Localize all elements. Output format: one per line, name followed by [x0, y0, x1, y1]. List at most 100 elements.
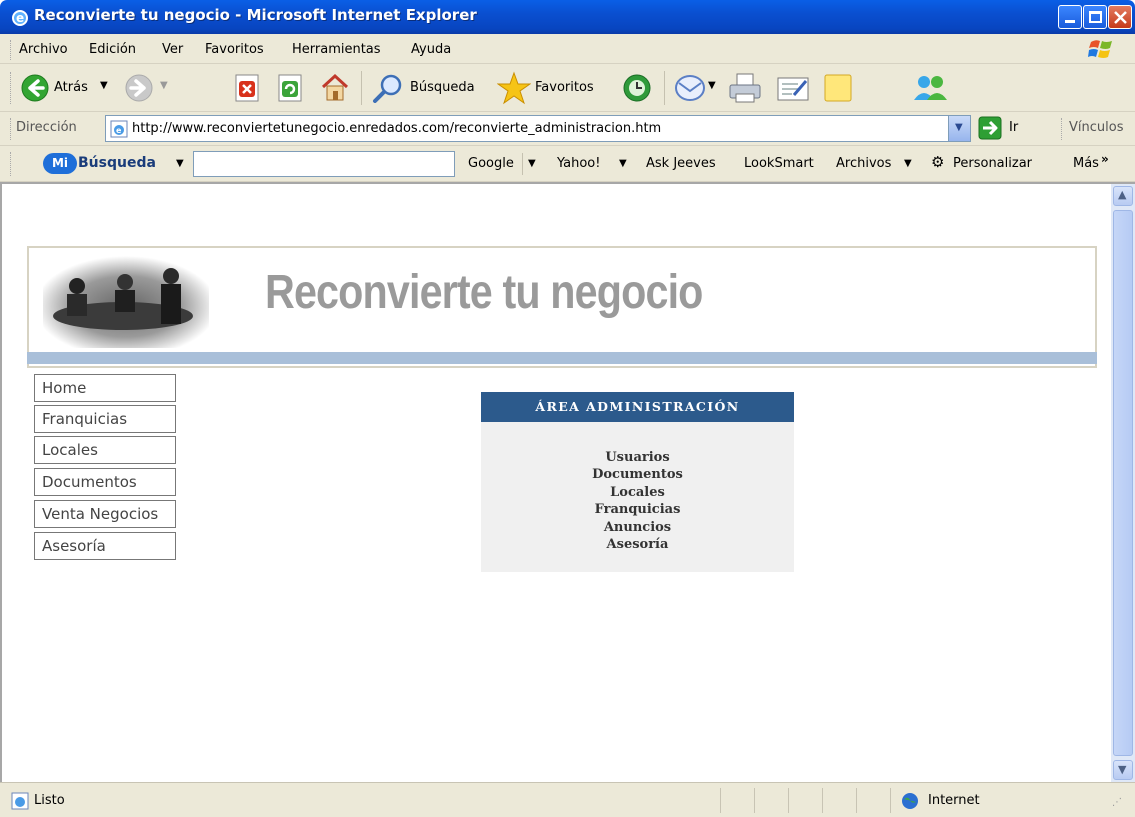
admin-heading: ÁREA ADMINISTRACIÓN [481, 392, 794, 422]
yahoo-dropdown-icon[interactable]: ▼ [619, 158, 627, 169]
menu-ver[interactable]: Ver [162, 42, 183, 57]
window-title: Reconvierte tu negocio - Microsoft Inter… [34, 6, 477, 24]
chevron-up-icon: ▲ [1118, 188, 1127, 201]
toolbar-grip [10, 40, 12, 60]
admin-link-franquicias[interactable]: Franquicias [481, 501, 794, 518]
address-bar: Dirección e http://www.reconviertetunego… [0, 112, 1135, 146]
nav-home[interactable]: Home [34, 374, 176, 402]
status-bar: Listo Internet ⋰ [0, 782, 1135, 817]
search-input[interactable] [193, 151, 455, 177]
scroll-thumb[interactable] [1113, 210, 1133, 756]
chevron-double-right-icon[interactable]: » [1101, 152, 1109, 166]
nav-documentos[interactable]: Documentos [34, 468, 176, 496]
status-divider [720, 788, 721, 813]
menu-herramientas[interactable]: Herramientas [292, 42, 381, 57]
minimize-icon [1065, 20, 1075, 23]
status-divider [822, 788, 823, 813]
page-icon [11, 792, 29, 810]
scroll-up-button[interactable]: ▲ [1113, 186, 1133, 206]
history-icon[interactable] [621, 72, 653, 104]
search-icon[interactable] [372, 73, 404, 103]
address-url[interactable]: http://www.reconviertetunegocio.enredado… [132, 121, 661, 136]
print-icon[interactable] [728, 72, 762, 104]
globe-icon [902, 793, 918, 809]
nav-asesoria[interactable]: Asesoría [34, 532, 176, 560]
nav-franquicias[interactable]: Franquicias [34, 405, 176, 433]
mail-dropdown-icon[interactable]: ▼ [708, 80, 716, 91]
svg-text:e: e [16, 11, 24, 25]
mi-busqueda-logo[interactable]: Mi [43, 153, 77, 174]
status-divider [754, 788, 755, 813]
windows-flag-icon [1088, 40, 1112, 58]
search-toolbar: Mi Búsqueda ▼ Google ▼ Yahoo! ▼ Ask Jeev… [0, 146, 1135, 182]
search-personalizar[interactable]: Personalizar [953, 156, 1032, 171]
archivos-dropdown-icon[interactable]: ▼ [904, 158, 912, 169]
vertical-scrollbar[interactable]: ▲ ▼ [1111, 184, 1135, 782]
search-archivos[interactable]: Archivos [836, 156, 891, 171]
search-mas[interactable]: Más [1073, 156, 1099, 171]
header-strip [27, 352, 1097, 364]
search-button-label[interactable]: Búsqueda [410, 80, 475, 95]
refresh-icon[interactable] [276, 73, 304, 103]
mi-busqueda-brand[interactable]: Búsqueda [78, 155, 156, 171]
scroll-down-button[interactable]: ▼ [1113, 760, 1133, 780]
toolbar-separator [664, 71, 665, 105]
home-icon[interactable] [319, 72, 351, 104]
address-dropdown-button[interactable]: ▼ [948, 116, 970, 141]
menu-ayuda[interactable]: Ayuda [411, 42, 451, 57]
menu-favoritos[interactable]: Favoritos [205, 42, 264, 57]
google-dropdown-icon[interactable]: ▼ [528, 158, 536, 169]
toolbar-grip [1061, 118, 1063, 140]
toolbar-grip [10, 118, 12, 140]
toolbar-grip [10, 72, 12, 104]
links-label[interactable]: Vínculos [1069, 120, 1123, 135]
title-bar: e Reconvierte tu negocio - Microsoft Int… [0, 0, 1135, 34]
go-arrow-icon[interactable] [978, 116, 1002, 140]
maximize-button[interactable] [1083, 5, 1107, 29]
admin-link-locales[interactable]: Locales [481, 484, 794, 501]
back-arrow-icon[interactable] [20, 73, 50, 103]
edit-icon[interactable] [776, 73, 810, 103]
customize-gear-icon[interactable]: ⚙ [931, 153, 944, 171]
status-divider [890, 788, 891, 813]
minimize-button[interactable] [1058, 5, 1082, 29]
nav-locales[interactable]: Locales [34, 436, 176, 464]
go-button-label[interactable]: Ir [1009, 120, 1018, 135]
stop-icon[interactable] [233, 73, 261, 103]
security-zone: Internet [928, 793, 980, 808]
mail-icon[interactable] [674, 73, 706, 103]
search-ask-jeeves[interactable]: Ask Jeeves [646, 156, 716, 171]
forward-dropdown-icon[interactable]: ▼ [160, 80, 168, 91]
admin-link-usuarios[interactable]: Usuarios [481, 449, 794, 466]
admin-link-documentos[interactable]: Documentos [481, 466, 794, 483]
back-dropdown-icon[interactable]: ▼ [100, 80, 108, 91]
messenger-icon[interactable] [912, 72, 948, 104]
admin-panel: ÁREA ADMINISTRACIÓN Usuarios Documentos … [481, 392, 794, 572]
status-divider [856, 788, 857, 813]
forward-arrow-icon[interactable] [124, 73, 154, 103]
favorites-star-icon[interactable] [497, 71, 531, 105]
menu-edicion[interactable]: Edición [89, 42, 136, 57]
chevron-down-icon: ▼ [955, 122, 963, 133]
admin-link-anuncios[interactable]: Anuncios [481, 519, 794, 536]
back-button-label[interactable]: Atrás [54, 80, 88, 95]
close-button[interactable] [1108, 5, 1132, 29]
toolbar-separator [361, 71, 362, 105]
nav-venta-negocios[interactable]: Venta Negocios [34, 500, 176, 528]
menu-archivo[interactable]: Archivo [19, 42, 68, 57]
notes-icon[interactable] [822, 72, 854, 104]
address-input[interactable]: e http://www.reconviertetunegocio.enreda… [105, 115, 971, 142]
admin-link-list: Usuarios Documentos Locales Franquicias … [481, 449, 794, 553]
search-looksmart[interactable]: LookSmart [744, 156, 814, 171]
toolbar-grip [10, 152, 12, 176]
resize-grip-icon[interactable]: ⋰ [1112, 797, 1122, 808]
admin-link-asesoria[interactable]: Asesoría [481, 536, 794, 553]
internet-explorer-icon: e [12, 10, 28, 26]
standard-toolbar: Atrás ▼ ▼ Búsqueda Favoritos ▼ [0, 64, 1135, 112]
page-icon: e [110, 120, 128, 138]
favorites-button-label[interactable]: Favoritos [535, 80, 594, 95]
brand-dropdown-icon[interactable]: ▼ [176, 158, 184, 169]
search-google[interactable]: Google [468, 156, 514, 171]
status-divider [788, 788, 789, 813]
search-yahoo[interactable]: Yahoo! [557, 156, 600, 171]
